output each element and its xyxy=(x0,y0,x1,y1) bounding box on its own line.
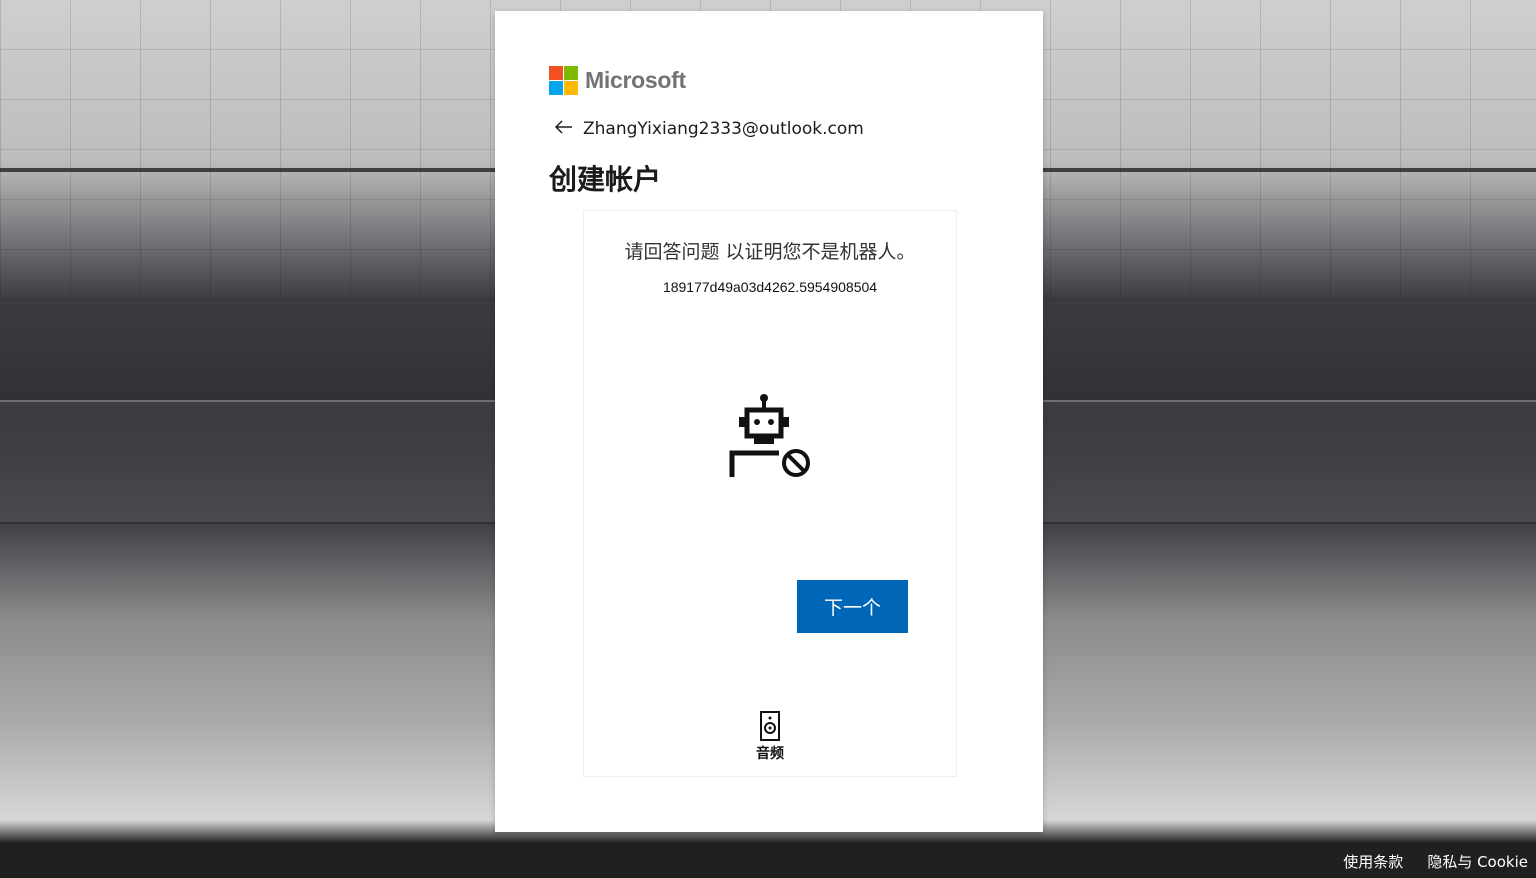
privacy-link[interactable]: 隐私与 Cookie xyxy=(1427,851,1528,872)
terms-link[interactable]: 使用条款 xyxy=(1343,851,1403,872)
background-glass-right xyxy=(1043,400,1536,524)
brand-name: Microsoft xyxy=(585,67,686,93)
challenge-question: 请回答问题 以证明您不是机器人。 xyxy=(624,241,916,263)
microsoft-logo-icon xyxy=(549,66,578,95)
audio-label: 音频 xyxy=(756,746,784,762)
footer-links: 使用条款 隐私与 Cookie xyxy=(1343,851,1528,872)
next-button[interactable]: 下一个 xyxy=(797,580,908,633)
page-title: 创建帐户 xyxy=(549,163,662,196)
speaker-icon xyxy=(760,711,780,741)
background-glass-left xyxy=(0,400,495,524)
robot-blocked-icon xyxy=(729,394,810,477)
signup-card: Microsoft ZhangYixiang2333@outlook.com 创… xyxy=(495,11,1043,832)
identity-banner[interactable]: ZhangYixiang2333@outlook.com xyxy=(554,119,864,139)
audio-challenge-button[interactable]: 音频 xyxy=(734,711,806,763)
account-email: ZhangYixiang2333@outlook.com xyxy=(583,119,864,139)
background-rail-right xyxy=(1043,168,1536,172)
challenge-session-id: 189177d49a03d4262.5954908504 xyxy=(662,279,878,295)
footer-bar: 使用条款 隐私与 Cookie xyxy=(0,842,1536,878)
captcha-challenge: 请回答问题 以证明您不是机器人。 189177d49a03d4262.59549… xyxy=(583,210,957,777)
microsoft-logo: Microsoft xyxy=(549,66,686,95)
arrow-left-icon[interactable] xyxy=(554,120,577,138)
background-rail-left xyxy=(0,168,495,172)
